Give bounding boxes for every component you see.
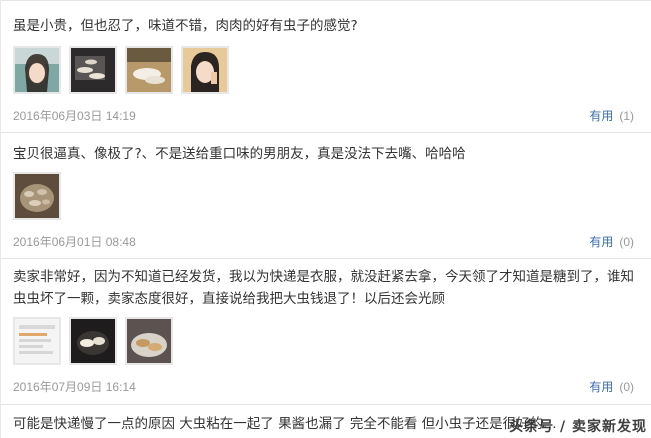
review-list: 虽是小贵，但也忍了，味道不错，肉肉的好有虫子的感觉? 2016年06月03日 1…: [0, 0, 651, 438]
review-photo[interactable]: [125, 317, 173, 365]
useful-label[interactable]: 有用: [589, 109, 613, 123]
portrait-image: [15, 48, 59, 92]
screenshot-image: [15, 319, 59, 363]
review-photos: [13, 317, 173, 365]
review-date: 2016年06月03日 14:19: [13, 109, 136, 123]
review-photo[interactable]: [13, 46, 61, 94]
review-photo[interactable]: [13, 172, 61, 220]
review-photos: [13, 172, 61, 220]
useful-count: (0): [619, 235, 634, 249]
useful-button[interactable]: 有用 (0): [589, 233, 634, 250]
review-photos: [13, 46, 229, 94]
portrait-image: [183, 48, 227, 92]
review-date: 2016年06月01日 08:48: [13, 235, 136, 249]
watermark: 头条号 / 卖家新发现: [509, 419, 647, 435]
larvae-bowl-image: [15, 174, 59, 218]
larvae-dish-image: [71, 319, 115, 363]
review-item: 宝贝很逼真、像极了?、不是送给重口味的男朋友，真是没法下去嘴、哈哈哈 2016年…: [1, 133, 651, 259]
review-text: 虽是小贵，但也忍了，味道不错，肉肉的好有虫子的感觉?: [13, 18, 358, 34]
useful-count: (1): [619, 109, 634, 123]
review-photo[interactable]: [181, 46, 229, 94]
larvae-plate-image: [127, 319, 171, 363]
larvae-closeup-image: [127, 48, 171, 92]
larvae-dish-image: [71, 48, 115, 92]
review-text: 宝贝很逼真、像极了?、不是送给重口味的男朋友，真是没法下去嘴、哈哈哈: [13, 146, 466, 162]
useful-label[interactable]: 有用: [589, 235, 613, 249]
review-photo[interactable]: [69, 46, 117, 94]
review-photo[interactable]: [69, 317, 117, 365]
useful-button[interactable]: 有用 (0): [589, 378, 634, 395]
review-item: 卖家非常好，因为不知道已经发货，我以为快递是衣服，就没赶紧去拿，今天领了才知道是…: [1, 259, 651, 405]
review-item: 虽是小贵，但也忍了，味道不错，肉肉的好有虫子的感觉? 2016年06月03日 1…: [1, 0, 651, 133]
useful-label[interactable]: 有用: [589, 380, 613, 394]
review-text: 卖家非常好，因为不知道已经发货，我以为快递是衣服，就没赶紧去拿，今天领了才知道是…: [13, 269, 634, 307]
useful-button[interactable]: 有用 (1): [589, 107, 634, 124]
useful-count: (0): [619, 380, 634, 394]
review-date: 2016年07月09日 16:14: [13, 380, 136, 394]
review-photo[interactable]: [125, 46, 173, 94]
review-photo[interactable]: [13, 317, 61, 365]
